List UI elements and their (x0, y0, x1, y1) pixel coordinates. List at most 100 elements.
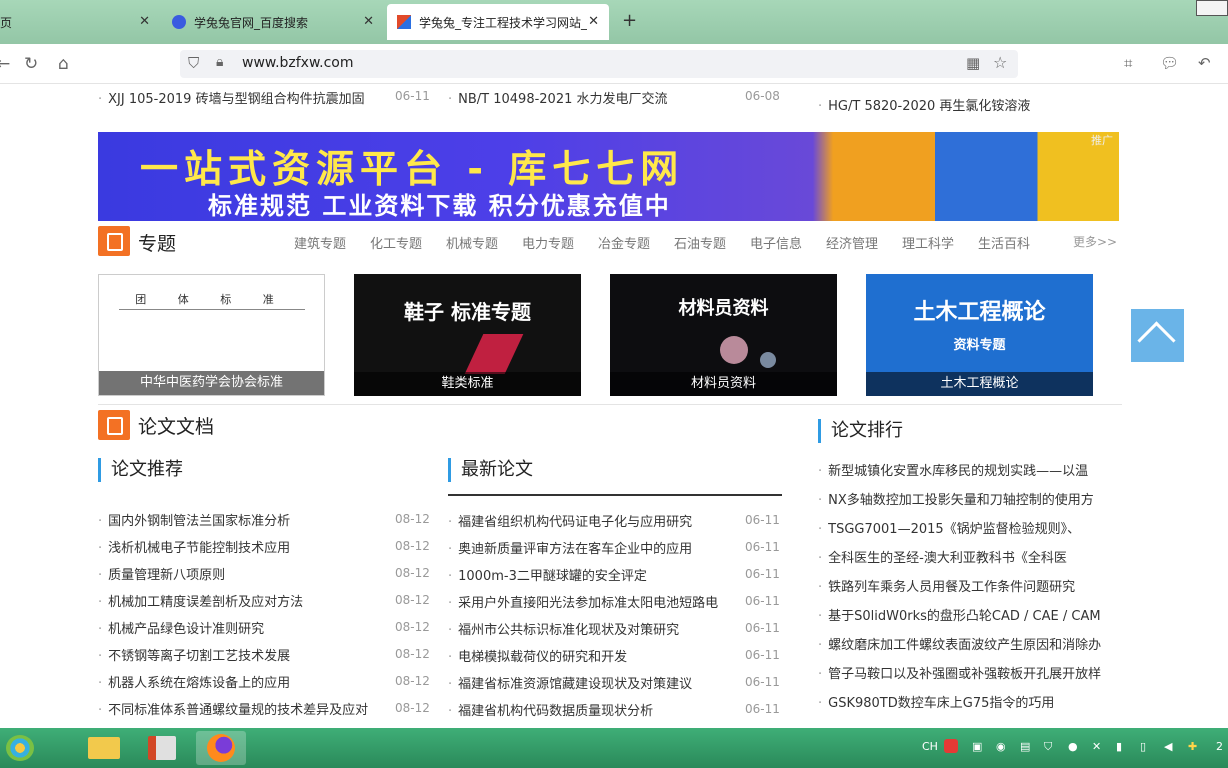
tab-previous[interactable]: 页 ✕ (0, 4, 160, 40)
list-item[interactable]: · 福建省标准资源馆藏建设现状及对策建议 (448, 673, 738, 692)
topic-link[interactable]: 电力专题 (522, 233, 574, 252)
list-item[interactable]: · 奥迪新质量评审方法在客车企业中的应用 (448, 538, 738, 557)
close-icon[interactable]: ✕ (588, 14, 599, 29)
wechat-icon[interactable]: ● (1068, 740, 1078, 753)
topic-card[interactable]: 鞋子 标准专题 鞋类标准 (354, 274, 581, 396)
list-item[interactable]: · TSGG7001—2015《锅炉监督检验规则》、 (818, 518, 1122, 537)
list-item[interactable]: · 福州市公共标识标准化现状及对策研究 (448, 619, 738, 638)
display-icon[interactable]: ▤ (1020, 740, 1030, 753)
screen-icon[interactable]: ▣ (972, 740, 982, 753)
record-icon[interactable]: ◉ (996, 740, 1006, 753)
item-date: 06-11 (745, 540, 780, 554)
close-icon[interactable]: ✕ (139, 14, 150, 29)
list-item[interactable]: · 质量管理新八项原则 (98, 564, 388, 583)
list-item[interactable]: · 铁路列车乘务人员用餐及工作条件问题研究 (818, 576, 1122, 595)
crop-icon[interactable]: ⌗ (1124, 54, 1132, 72)
chat-icon[interactable]: 💬︎ (1160, 54, 1179, 72)
security-shield-icon[interactable]: ⛉ (1044, 740, 1052, 754)
tab-baidu[interactable]: 学兔兔官网_百度搜索 ✕ (162, 4, 384, 40)
start-button[interactable] (0, 731, 42, 765)
reload-icon[interactable]: ↻ (24, 54, 38, 74)
list-item[interactable]: · GSK980TD数控车床上G75指令的巧用 (818, 692, 1122, 711)
topic-link[interactable]: 冶金专题 (598, 233, 650, 252)
item-date: 08-12 (395, 674, 430, 688)
ad-banner[interactable]: 一站式资源平台 - 库七七网 标准规范 工业资料下载 积分优惠充值中 推广 (98, 132, 1119, 221)
list-item[interactable]: · HG/T 5820-2020 再生氯化铵溶液 (818, 95, 1118, 114)
card-art-text: 鞋子 标准专题 (404, 300, 531, 324)
firefox-button[interactable] (196, 731, 246, 765)
card-caption: 土木工程概论 (866, 372, 1093, 396)
new-tab-icon[interactable]: + (622, 10, 637, 31)
volume-icon[interactable]: ◀ (1164, 740, 1172, 753)
list-item[interactable]: · 1000m-3二甲醚球罐的安全评定 (448, 565, 738, 584)
input-language-indicator[interactable]: CH (922, 740, 938, 753)
topic-card[interactable]: 团 体 标 准 中华中医药学会协会标准 (98, 274, 325, 396)
close-icon[interactable]: ✕ (363, 14, 374, 29)
tab-xuetutu[interactable]: 学兔兔_专注工程技术学习网站_ ✕ (387, 4, 609, 40)
topic-link[interactable]: 经济管理 (826, 233, 878, 252)
qr-code-icon[interactable]: ▦ (966, 54, 980, 72)
network-disabled-icon[interactable]: ✕ (1092, 740, 1101, 753)
topic-link[interactable]: 化工专题 (370, 233, 422, 252)
list-item[interactable]: · 管子马鞍口以及补强圈或补强鞍板开孔展开放样 (818, 663, 1122, 682)
window-minimize-button[interactable] (1196, 0, 1228, 16)
lock-icon[interactable]: 🔒︎ (216, 54, 223, 70)
banner-subline: 标准规范 工业资料下载 积分优惠充值中 (208, 192, 671, 220)
topic-link[interactable]: 建筑专题 (294, 233, 346, 252)
latest-heading: 最新论文 (448, 458, 533, 482)
list-item[interactable]: · 不锈钢等离子切割工艺技术发展 (98, 645, 388, 664)
list-item[interactable]: · NB/T 10498-2021 水力发电厂交流 (448, 88, 688, 107)
recommend-heading: 论文推荐 (98, 458, 183, 482)
list-item[interactable]: · 不同标准体系普通螺纹量规的技术差异及应对 (98, 699, 388, 718)
url-text[interactable]: www.bzfxw.com (242, 55, 353, 71)
divider (98, 404, 1122, 405)
card-art-text: 团 体 标 准 (135, 293, 288, 306)
item-date: 06-11 (745, 513, 780, 527)
list-item[interactable]: · 浅析机械电子节能控制技术应用 (98, 537, 388, 556)
topic-card[interactable]: 材料员资料 材料员资料 (610, 274, 837, 396)
presentation-app-button[interactable] (138, 731, 188, 765)
list-item[interactable]: · 福建省组织机构代码证电子化与应用研究 (448, 511, 738, 530)
item-date: 06-11 (745, 702, 780, 716)
list-item[interactable]: · 基于S0lidW0rks的盘形凸轮CAD / CAE / CAM (818, 605, 1122, 624)
bookmark-star-icon[interactable]: ☆ (993, 53, 1007, 72)
back-to-top-button[interactable] (1131, 309, 1184, 362)
topic-link[interactable]: 生活百科 (978, 233, 1030, 252)
signal-icon[interactable]: ▮ (1116, 740, 1122, 753)
address-bar[interactable]: ⛉ 🔒︎ www.bzfxw.com ▦ ☆ (180, 50, 1018, 78)
topic-link[interactable]: 石油专题 (674, 233, 726, 252)
ime-icon[interactable] (944, 739, 958, 753)
list-item[interactable]: · 螺纹磨床加工件螺纹表面波纹产生原因和消除办 (818, 634, 1122, 653)
update-icon[interactable]: ✚ (1188, 740, 1197, 753)
list-item[interactable]: · 电梯模拟载荷仪的研究和开发 (448, 646, 738, 665)
list-item[interactable]: · XJJ 105-2019 砖墙与型钢组合构件抗震加固 (98, 88, 388, 107)
navigation-bar: ← ↻ ⌂ ⛉ 🔒︎ www.bzfxw.com ▦ ☆ ⌗ 💬︎ ↶ (0, 44, 1228, 84)
topic-card[interactable]: 土木工程概论 资料专题 土木工程概论 (866, 274, 1093, 396)
topic-link[interactable]: 机械专题 (446, 233, 498, 252)
item-date: 06-11 (745, 594, 780, 608)
list-item[interactable]: · 新型城镇化安置水库移民的规划实践——以温 (818, 460, 1122, 479)
battery-icon[interactable]: ▯ (1140, 740, 1146, 753)
list-item[interactable]: · 福建省机构代码数据质量现状分析 (448, 700, 738, 719)
list-item[interactable]: · 机械产品绿色设计准则研究 (98, 618, 388, 637)
list-item[interactable]: · 机械加工精度误差剖析及应对方法 (98, 591, 388, 610)
item-date: 06-11 (745, 648, 780, 662)
shield-icon[interactable]: ⛉ (188, 54, 199, 72)
file-explorer-button[interactable] (80, 731, 130, 765)
list-item[interactable]: · 机器人系统在熔炼设备上的应用 (98, 672, 388, 691)
item-date: 08-12 (395, 539, 430, 553)
list-item[interactable]: · NX多轴数控加工投影矢量和刀轴控制的使用方 (818, 489, 1122, 508)
clock-text[interactable]: 2 (1216, 740, 1223, 753)
item-date: 06-08 (745, 89, 780, 103)
document-icon (98, 226, 130, 256)
list-item[interactable]: · 全科医生的圣经-澳大利亚教科书《全科医 (818, 547, 1122, 566)
topic-link[interactable]: 电子信息 (750, 233, 802, 252)
more-link[interactable]: 更多>> (1073, 233, 1117, 250)
list-item[interactable]: · 采用户外直接阳光法参加标准太阳电池短路电 (448, 592, 738, 611)
topic-link[interactable]: 理工科学 (902, 233, 954, 252)
list-item[interactable]: · 国内外钢制管法兰国家标准分析 (98, 510, 388, 529)
ad-tag: 推广 (1091, 134, 1113, 147)
undo-icon[interactable]: ↶ (1198, 54, 1211, 72)
back-arrow-icon[interactable]: ← (0, 54, 10, 74)
home-icon[interactable]: ⌂ (58, 54, 69, 74)
